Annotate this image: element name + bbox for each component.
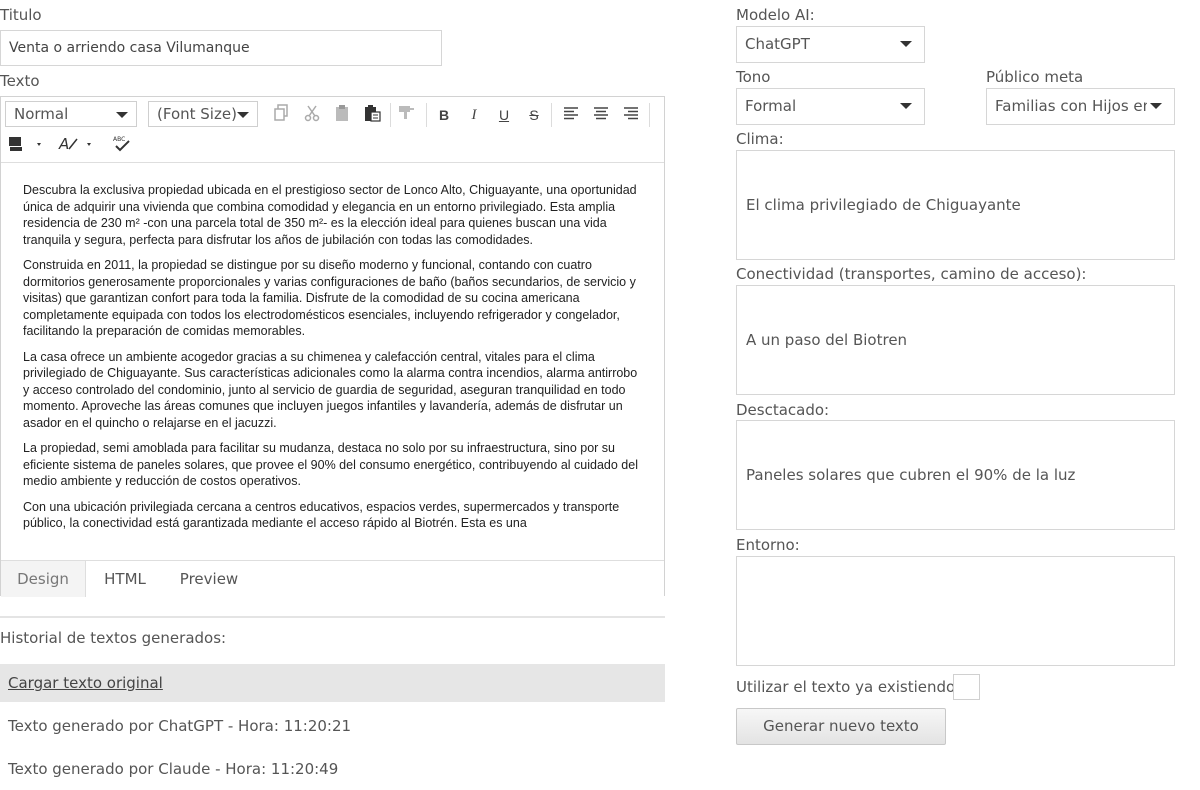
editor-paragraph: Construida en 2011, la propiedad se dist…: [23, 258, 636, 338]
chevron-down-icon: [900, 103, 912, 109]
chevron-down-icon: [237, 112, 249, 118]
toolbar-separator: [426, 103, 427, 127]
chevron-down-icon: [900, 41, 912, 47]
spellcheck-icon[interactable]: ABC: [111, 135, 133, 157]
tab-html[interactable]: HTML: [86, 561, 164, 597]
font-style-icon[interactable]: A: [56, 135, 98, 157]
title-label: Titulo: [0, 6, 42, 24]
editor-paragraph: La casa ofrece un ambiente acogedor grac…: [23, 349, 638, 430]
text-color-icon[interactable]: [6, 135, 44, 157]
section-divider: [0, 616, 665, 618]
tab-design[interactable]: Design: [1, 561, 86, 597]
environment-textarea[interactable]: [736, 556, 1175, 666]
climate-textarea[interactable]: El clima privilegiado de Chiguayante: [736, 150, 1175, 260]
climate-label: Clima:: [736, 130, 784, 148]
cut-icon[interactable]: [301, 104, 323, 126]
rich-text-editor: Normal (Font Size) B I U S A ABC Descubr…: [0, 96, 665, 597]
editor-toolbar: Normal (Font Size) B I U S A ABC: [1, 97, 664, 163]
reuse-text-label: Utilizar el texto ya existiendo:: [736, 678, 961, 696]
history-item[interactable]: Texto generado por ChatGPT - Hora: 11:20…: [0, 707, 665, 745]
underline-icon[interactable]: U: [493, 104, 515, 126]
tab-preview[interactable]: Preview: [164, 561, 254, 597]
editor-paragraph: Descubra la exclusiva propiedad ubicada …: [23, 183, 637, 247]
strikethrough-icon[interactable]: S: [523, 104, 545, 126]
svg-text:A: A: [58, 135, 69, 153]
chevron-down-icon: [1150, 103, 1162, 109]
font-size-select-value: (Font Size): [157, 105, 237, 123]
model-select-value: ChatGPT: [745, 35, 810, 53]
connectivity-label: Conectividad (transportes, camino de acc…: [736, 265, 1087, 283]
highlight-textarea[interactable]: Paneles solares que cubren el 90% de la …: [736, 420, 1175, 530]
history-item[interactable]: Texto generado por Claude - Hora: 11:20:…: [0, 750, 665, 788]
tone-select-value: Formal: [745, 97, 797, 115]
tone-label: Tono: [736, 68, 771, 86]
toolbar-separator: [649, 103, 650, 127]
editor-mode-tabs: Design HTML Preview: [1, 560, 664, 597]
editor-paragraph: La propiedad, semi amoblada para facilit…: [23, 441, 638, 488]
generate-text-button[interactable]: Generar nuevo texto: [736, 708, 946, 745]
paste-text-icon[interactable]: [361, 104, 383, 126]
paste-icon[interactable]: [331, 104, 353, 126]
editor-content[interactable]: Descubra la exclusiva propiedad ubicada …: [1, 164, 664, 559]
align-right-icon[interactable]: [620, 104, 642, 126]
format-select[interactable]: Normal: [5, 101, 137, 127]
format-select-value: Normal: [14, 105, 69, 123]
environment-label: Entorno:: [736, 536, 800, 554]
copy-icon[interactable]: [270, 104, 292, 126]
italic-icon[interactable]: I: [463, 104, 485, 126]
font-size-select[interactable]: (Font Size): [148, 101, 258, 127]
bold-icon[interactable]: B: [433, 104, 455, 126]
model-label: Modelo AI:: [736, 6, 815, 24]
history-label: Historial de textos generados:: [0, 629, 227, 647]
toolbar-separator: [551, 103, 552, 127]
load-original-link[interactable]: Cargar texto original: [0, 664, 665, 702]
model-select[interactable]: ChatGPT: [736, 26, 925, 63]
toolbar-separator: [390, 103, 391, 127]
editor-paragraph: Con una ubicación privilegiada cercana a…: [23, 499, 620, 531]
title-input[interactable]: Venta o arriendo casa Vilumanque: [0, 30, 442, 66]
reuse-text-checkbox[interactable]: [953, 674, 980, 700]
text-label: Texto: [0, 72, 40, 90]
format-painter-icon[interactable]: [396, 104, 418, 126]
chevron-down-icon: [116, 112, 128, 118]
audience-select-value: Familias con Hijos en Edad Escolar: [995, 97, 1147, 115]
tone-select[interactable]: Formal: [736, 88, 925, 125]
audience-label: Público meta: [986, 68, 1084, 86]
audience-select[interactable]: Familias con Hijos en Edad Escolar: [986, 88, 1175, 125]
highlight-label: Desctacado:: [736, 401, 830, 419]
connectivity-textarea[interactable]: A un paso del Biotren: [736, 285, 1175, 395]
align-center-icon[interactable]: [590, 104, 612, 126]
svg-text:ABC: ABC: [113, 136, 125, 143]
align-left-icon[interactable]: [560, 104, 582, 126]
